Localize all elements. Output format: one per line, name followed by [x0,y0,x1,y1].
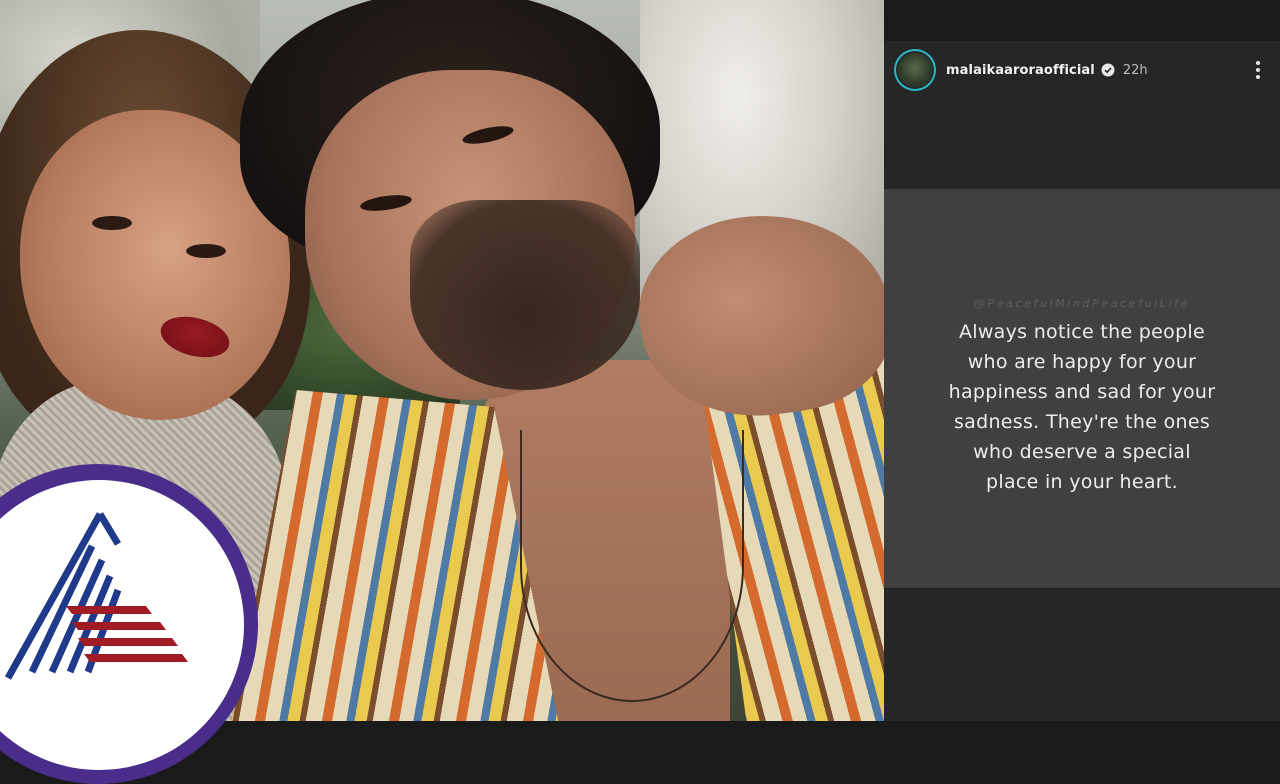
logo-red-stripe [78,638,178,646]
username[interactable]: malaikaaroraofficial [946,63,1095,78]
quote-line: who deserve a special [973,441,1191,463]
instagram-story: malaikaaroraofficial 22h @PeacefulMindPe… [884,41,1280,721]
logo-blue-stroke [96,512,122,546]
quote-card: @PeacefulMindPeacefulLife Always notice … [884,189,1280,589]
story-bottom-area [884,589,1280,721]
quote-line: sadness. They're the ones [953,411,1211,433]
verified-badge-icon [1101,63,1115,77]
story-header: malaikaaroraofficial 22h [896,51,1268,89]
quote-line: place in your heart. [986,471,1178,493]
quote-line: who are happy for your [967,351,1197,373]
channel-logo-icon [4,512,188,680]
logo-red-stripe [66,606,152,614]
more-options-button[interactable] [1248,58,1268,82]
more-vertical-icon [1256,60,1260,81]
man-beard [410,200,640,390]
quote-handle: @PeacefulMindPeacefulLife [973,297,1191,310]
logo-red-stripe [84,654,188,662]
logo-red-stripe [72,622,166,630]
quote-line: happiness and sad for your [948,381,1216,403]
story-timestamp: 22h [1122,62,1148,78]
man-necklace [520,430,744,702]
quote-text: Always notice the people who are happy f… [910,317,1254,497]
avatar[interactable] [898,53,932,87]
woman-eye-right [186,244,226,258]
woman-eye-left [92,216,132,230]
quote-line: Always notice the people [958,321,1206,343]
